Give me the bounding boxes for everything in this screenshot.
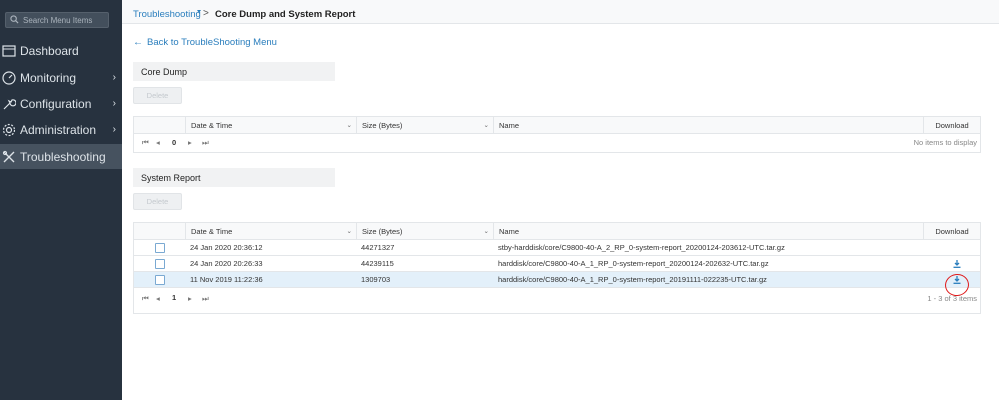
prev-page-icon[interactable]: ◂ <box>156 138 160 147</box>
core-dump-pager: ⏮ ◂ 0 ▸ ⏭ No items to display <box>134 134 980 151</box>
next-page-icon[interactable]: ▸ <box>188 138 192 147</box>
row-checkbox[interactable] <box>155 275 165 285</box>
search-placeholder: Search Menu Items <box>23 15 93 25</box>
system-report-delete-button[interactable]: Delete <box>133 193 182 210</box>
table-header: Date & Time ⌄ Size (Bytes) ⌄ Name Downlo… <box>134 117 980 134</box>
chevron-right-icon: › <box>112 72 116 83</box>
chevron-right-icon: › <box>112 124 116 135</box>
core-dump-delete-button[interactable]: Delete <box>133 87 182 104</box>
table-header: Date & Time ⌄ Size (Bytes) ⌄ Name Downlo… <box>134 223 980 240</box>
pager-status: No items to display <box>913 138 977 147</box>
back-to-troubleshooting-link[interactable]: ← Back to TroubleShooting Menu <box>133 37 277 48</box>
sidebar-item-label: Troubleshooting <box>20 149 106 164</box>
column-label: Date & Time <box>191 120 233 130</box>
table-row[interactable]: 11 Nov 2019 11:22:36 1309703 harddisk/co… <box>134 272 980 288</box>
chevron-down-icon[interactable]: ⌄ <box>347 227 352 235</box>
sidebar-item-dashboard[interactable]: Dashboard <box>0 38 122 63</box>
column-header-name[interactable]: Name <box>493 223 923 239</box>
wrench-icon <box>1 96 17 112</box>
select-column-header <box>134 117 185 133</box>
section-title-text: System Report <box>141 172 201 183</box>
gear-icon <box>1 122 17 138</box>
breadcrumb-separator: > <box>203 8 209 19</box>
system-report-table: Date & Time ⌄ Size (Bytes) ⌄ Name Downlo… <box>133 222 981 314</box>
core-dump-table: Date & Time ⌄ Size (Bytes) ⌄ Name Downlo… <box>133 116 981 153</box>
chevron-down-icon[interactable]: ⌄ <box>484 121 489 129</box>
sidebar-item-label: Monitoring <box>20 70 77 85</box>
breadcrumb-troubleshooting-link[interactable]: Troubleshooting <box>133 9 201 20</box>
arrow-left-icon: ← <box>133 37 143 48</box>
core-dump-section-title: Core Dump <box>133 62 335 81</box>
column-header-date[interactable]: Date & Time ⌄ <box>185 117 356 133</box>
column-label: Size (Bytes) <box>362 226 403 236</box>
page-number: 1 <box>172 293 177 302</box>
column-header-download: Download <box>923 223 980 239</box>
row-name: stby-harddisk/core/C9800-40-A_2_RP_0-sys… <box>498 243 785 252</box>
row-name: harddisk/core/C9800-40-A_1_RP_0-system-r… <box>498 275 767 284</box>
sidebar-item-label: Administration <box>20 122 97 137</box>
sidebar: Search Menu Items Dashboard Monitoring ›… <box>0 0 122 400</box>
search-menu-input[interactable]: Search Menu Items <box>5 12 109 28</box>
back-link-label: Back to TroubleShooting Menu <box>147 37 277 48</box>
table-row[interactable]: 24 Jan 2020 20:36:12 44271327 stby-hardd… <box>134 240 980 256</box>
column-header-date[interactable]: Date & Time ⌄ <box>185 223 356 239</box>
page-title: Core Dump and System Report <box>215 9 356 20</box>
page-number: 0 <box>172 138 177 147</box>
sidebar-item-label: Configuration <box>20 96 92 111</box>
row-date: 24 Jan 2020 20:36:12 <box>190 243 263 252</box>
chevron-down-icon[interactable]: ⌄ <box>347 121 352 129</box>
search-icon <box>10 15 20 25</box>
column-label: Date & Time <box>191 226 233 236</box>
section-title-text: Core Dump <box>141 66 188 77</box>
row-size: 44239115 <box>361 259 394 268</box>
chevron-right-icon: › <box>112 98 116 109</box>
system-report-pager: ⏮ ◂ 1 ▸ ⏭ 1 - 3 of 3 items <box>134 288 980 311</box>
column-header-size[interactable]: Size (Bytes) ⌄ <box>356 223 493 239</box>
first-page-icon[interactable]: ⏮ <box>142 294 149 304</box>
row-name: harddisk/core/C9800-40-A_1_RP_0-system-r… <box>498 259 769 268</box>
column-label: Download <box>935 226 969 236</box>
caret-down-icon[interactable] <box>197 10 201 13</box>
row-size: 44271327 <box>361 243 395 252</box>
row-checkbox[interactable] <box>155 259 165 269</box>
row-date: 11 Nov 2019 11:22:36 <box>190 275 263 284</box>
sidebar-item-administration[interactable]: Administration › <box>0 117 122 142</box>
select-column-header <box>134 223 185 239</box>
monitoring-icon <box>1 70 17 86</box>
prev-page-icon[interactable]: ◂ <box>156 294 160 303</box>
last-page-icon[interactable]: ⏭ <box>202 138 209 148</box>
column-label: Size (Bytes) <box>362 120 403 130</box>
delete-label: Delete <box>146 91 169 100</box>
row-size: 1309703 <box>361 275 391 284</box>
column-header-size[interactable]: Size (Bytes) ⌄ <box>356 117 493 133</box>
download-icon[interactable] <box>953 260 961 268</box>
breadcrumb-bar: Troubleshooting > Core Dump and System R… <box>122 0 999 24</box>
sidebar-item-monitoring[interactable]: Monitoring › <box>0 65 122 90</box>
column-header-download: Download <box>923 117 980 133</box>
delete-label: Delete <box>146 197 169 206</box>
row-date: 24 Jan 2020 20:26:33 <box>190 259 263 268</box>
dashboard-icon <box>1 43 17 59</box>
tools-icon <box>1 149 17 165</box>
last-page-icon[interactable]: ⏭ <box>202 294 209 304</box>
column-label: Name <box>499 120 520 130</box>
column-header-name[interactable]: Name <box>493 117 923 133</box>
row-checkbox[interactable] <box>155 243 165 253</box>
table-row[interactable]: 24 Jan 2020 20:26:33 44239115 harddisk/c… <box>134 256 980 272</box>
sidebar-item-troubleshooting[interactable]: Troubleshooting <box>0 144 122 169</box>
first-page-icon[interactable]: ⏮ <box>142 138 149 148</box>
sidebar-item-label: Dashboard <box>20 43 79 58</box>
column-label: Name <box>499 226 520 236</box>
column-label: Download <box>935 120 969 130</box>
next-page-icon[interactable]: ▸ <box>188 294 192 303</box>
sidebar-item-configuration[interactable]: Configuration › <box>0 91 122 116</box>
chevron-down-icon[interactable]: ⌄ <box>484 227 489 235</box>
system-report-section-title: System Report <box>133 168 335 187</box>
